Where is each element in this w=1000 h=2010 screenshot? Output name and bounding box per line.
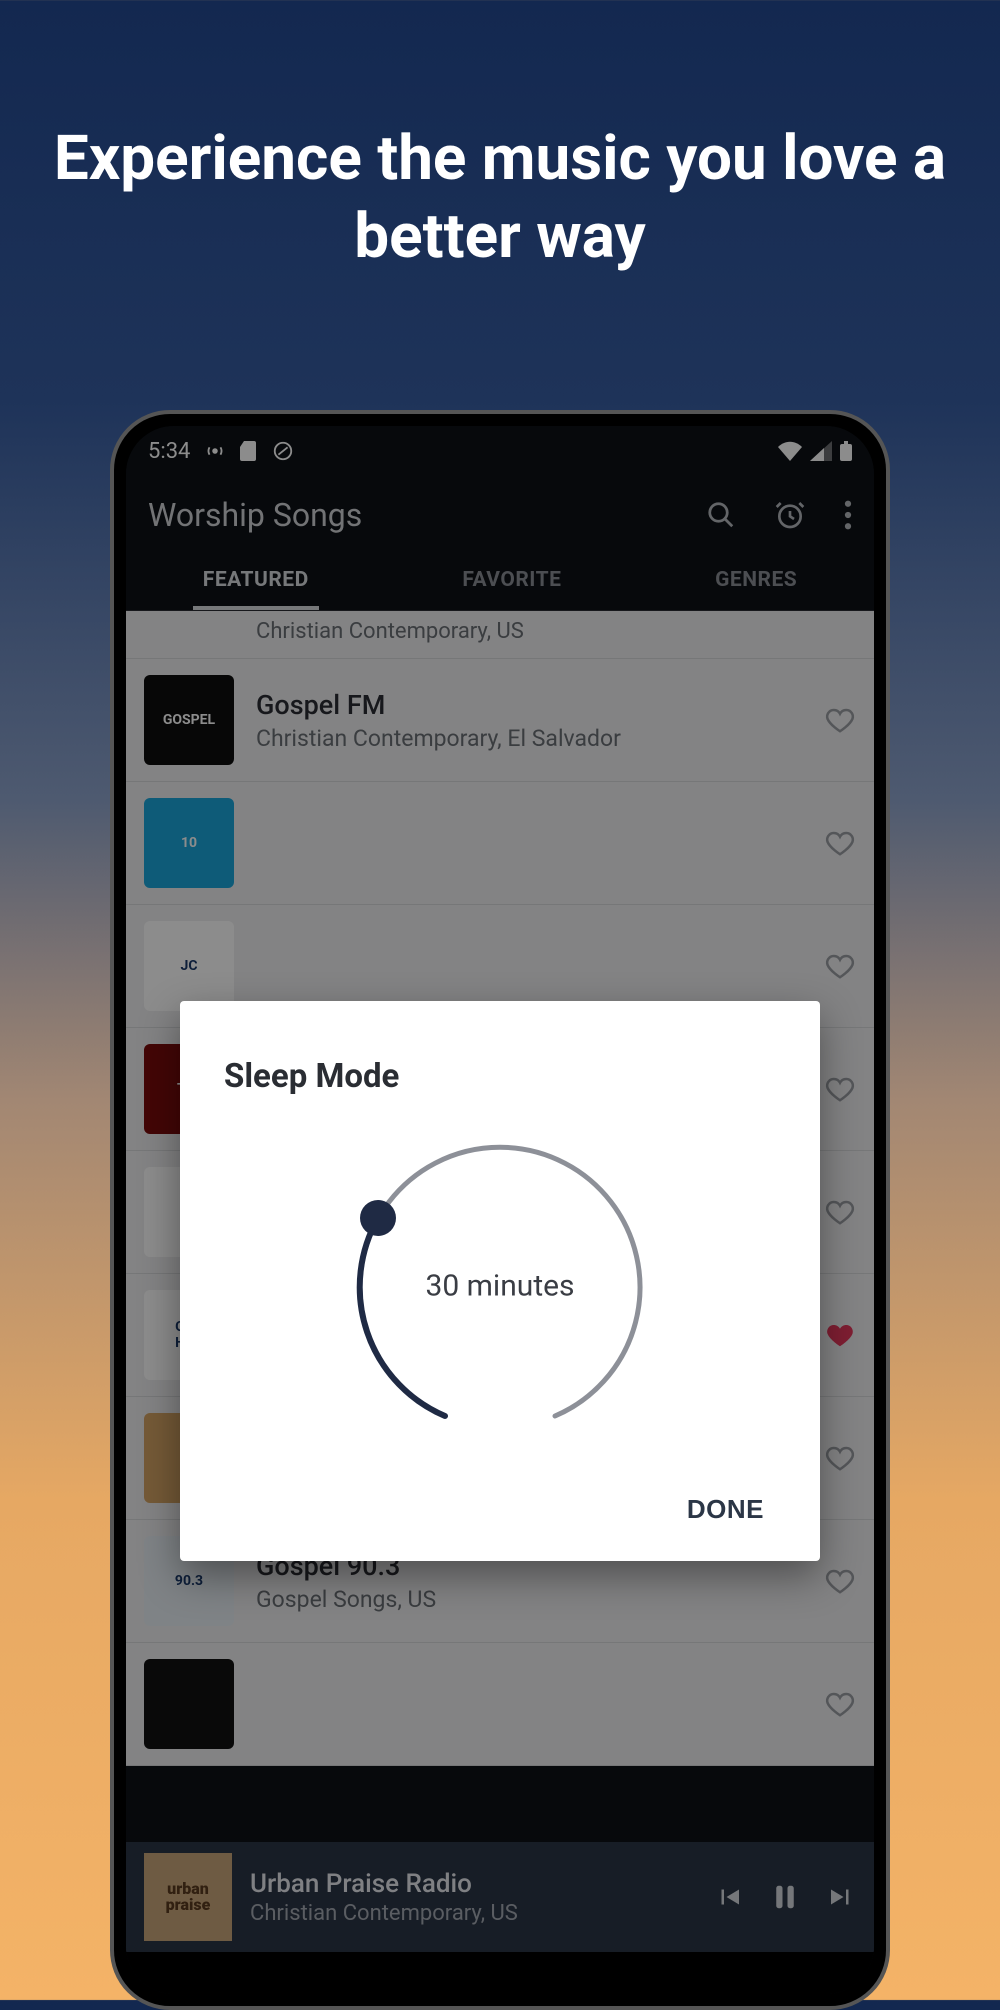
list-item[interactable] [126, 1643, 874, 1766]
now-playing-bar[interactable]: urban praise Urban Praise Radio Christia… [126, 1842, 874, 1952]
app-header: Worship Songs [126, 476, 874, 552]
station-thumb: 10 [144, 798, 234, 888]
heart-icon[interactable] [824, 1689, 856, 1719]
list-item-peek: Christian Contemporary, US [126, 611, 874, 659]
battery-icon [840, 441, 852, 461]
broadcast-icon [204, 440, 226, 462]
sleep-mode-dialog: Sleep Mode 30 minutes DONE [180, 1001, 820, 1561]
heart-icon[interactable] [824, 1197, 856, 1227]
tab-genres[interactable]: GENRES [705, 552, 807, 610]
previous-icon[interactable] [714, 1882, 744, 1912]
wifi-icon [778, 441, 802, 461]
station-title: Gospel FM [256, 689, 824, 721]
list-item[interactable]: 10 [126, 782, 874, 905]
tab-favorite[interactable]: FAVORITE [452, 552, 571, 610]
more-icon[interactable] [844, 500, 852, 530]
tabs: FEATURED FAVORITE GENRES [126, 552, 874, 611]
heart-icon[interactable] [824, 1074, 856, 1104]
heart-icon[interactable] [824, 1566, 856, 1596]
tab-featured[interactable]: FEATURED [193, 552, 319, 610]
sleep-dial[interactable]: 30 minutes [340, 1126, 660, 1446]
heart-icon[interactable] [824, 1443, 856, 1473]
status-time: 5:34 [148, 439, 190, 464]
status-bar: 5:34 [126, 426, 874, 476]
android-nav-bar [126, 1952, 874, 1994]
app-title: Worship Songs [148, 496, 362, 534]
done-button[interactable]: DONE [675, 1486, 776, 1533]
sd-card-icon [240, 441, 258, 461]
phone-frame: 5:34 [110, 410, 890, 2010]
phone-screen: 5:34 [126, 426, 874, 1994]
dial-value: 30 minutes [425, 1269, 574, 1304]
station-thumb: JC [144, 921, 234, 1011]
now-playing-title: Urban Praise Radio [250, 1869, 714, 1899]
alarm-icon[interactable] [774, 499, 806, 531]
station-subtitle: Christian Contemporary, El Salvador [256, 725, 824, 752]
next-icon[interactable] [826, 1882, 856, 1912]
signal-icon [810, 441, 832, 461]
heart-filled-icon[interactable] [824, 1320, 856, 1350]
dialog-title: Sleep Mode [224, 1057, 776, 1096]
pause-icon[interactable] [770, 1880, 800, 1914]
heart-icon[interactable] [824, 705, 856, 735]
search-icon[interactable] [706, 500, 736, 530]
dnd-icon [272, 440, 294, 462]
station-thumb [144, 1659, 234, 1749]
now-playing-subtitle: Christian Contemporary, US [250, 1901, 714, 1926]
station-thumb: GOSPEL [144, 675, 234, 765]
heart-icon[interactable] [824, 951, 856, 981]
now-playing-thumb: urban praise [144, 1853, 232, 1941]
marketing-headline: Experience the music you love a better w… [50, 120, 950, 275]
heart-icon[interactable] [824, 828, 856, 858]
list-item[interactable]: GOSPEL Gospel FM Christian Contemporary, E… [126, 659, 874, 782]
station-subtitle: Gospel Songs, US [256, 1586, 824, 1613]
